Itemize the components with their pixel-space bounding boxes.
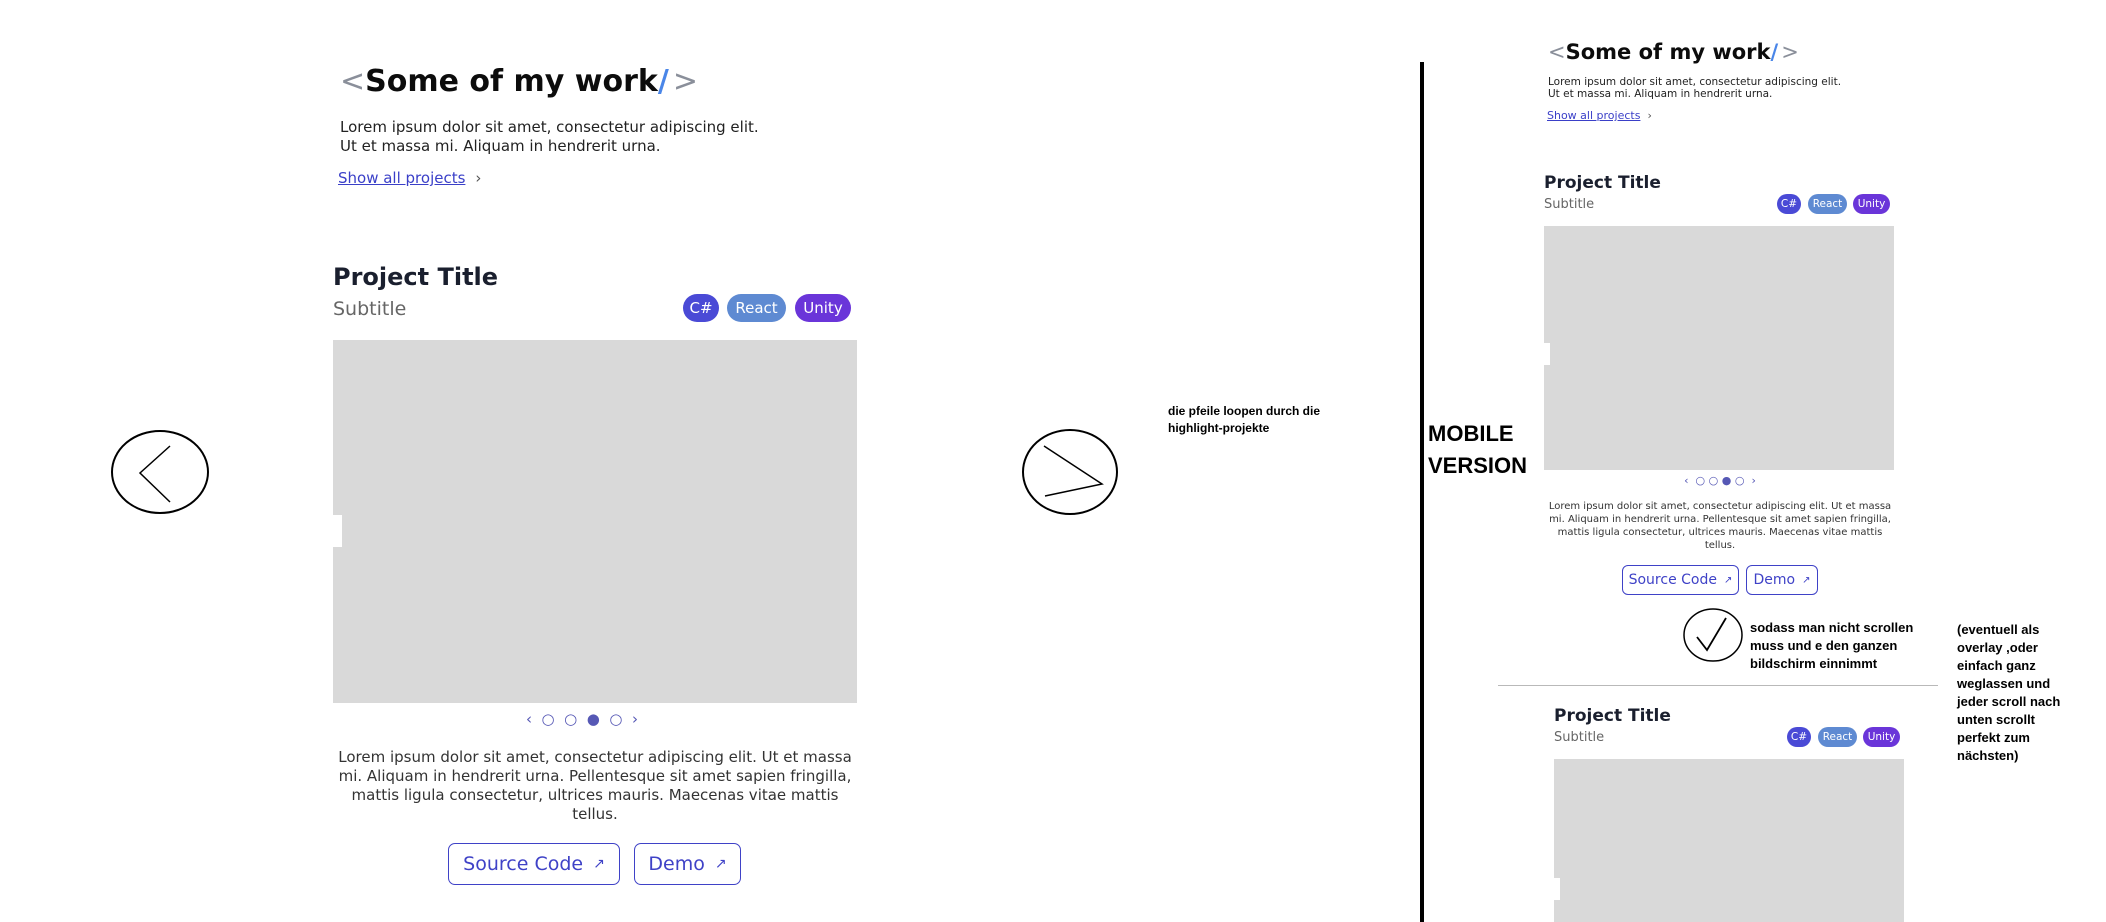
section-lead: Lorem ipsum dolor sit amet, consectetur … [340,118,759,156]
mobile-card-separator [1498,685,1938,686]
image-notch [1544,343,1550,365]
heading-close-bracket: > [1781,40,1799,64]
mobile-section-lead: Lorem ipsum dolor sit amet, consectetur … [1548,76,1841,100]
lead-line-2: Ut et massa mi. Aliquam in hendrerit urn… [340,137,661,155]
tag-react: React [1818,727,1857,747]
section-heading: <Some of my work/> [340,64,698,99]
source-code-button[interactable]: Source Code ↗ [448,843,620,885]
mobile-project-subtitle: Subtitle [1544,197,1595,212]
mobile-section-heading: <Some of my work/> [1548,40,1799,64]
tag-react: React [1808,194,1847,214]
mobile-project2-subtitle: Subtitle [1554,730,1605,745]
external-link-icon: ↗ [714,856,727,872]
heading-text: Some of my work [365,64,658,99]
mobile-project-title: Project Title [1544,173,1661,193]
pagination-dot[interactable]: ○ [609,710,622,728]
lead-line-2: Ut et massa mi. Aliquam in hendrerit urn… [1548,88,1773,100]
external-link-icon: ↗ [1802,574,1811,586]
mobile-project-description: Lorem ipsum dolor sit amet, consectetur … [1548,501,1892,551]
pagination-dot[interactable]: ○ [541,710,554,728]
external-link-icon: ↗ [1723,574,1733,586]
tag-unity: Unity [1853,194,1890,214]
heading-close-bracket: > [672,64,698,99]
project-description: Lorem ipsum dolor sit amet, consectetur … [338,748,852,823]
pagination-dot[interactable]: ○ [1709,474,1719,487]
mobile-carousel-pagination: ‹ ○ ○ ● ○ › [1660,474,1780,487]
chevron-left-icon [138,445,171,503]
demo-label: Demo [1753,572,1796,588]
show-all-projects-label: Show all projects [1547,109,1641,122]
mobile-project2-image-placeholder [1554,759,1904,922]
heading-open-bracket: < [340,64,366,99]
heading-slash: / [1770,40,1779,64]
demo-button[interactable]: Demo ↗ [634,843,741,885]
show-all-projects-label: Show all projects [338,169,466,187]
tag-unity: Unity [795,294,851,322]
project-image-placeholder [333,340,857,703]
source-code-label: Source Code [1628,572,1717,588]
heading-slash: / [657,64,669,99]
pagination-dot[interactable]: ○ [1735,474,1745,487]
project-title: Project Title [333,263,499,291]
heading-text: Some of my work [1565,40,1771,64]
section-divider [1420,62,1424,922]
chevron-right-icon: › [475,169,482,187]
annotation-overlay-note: (eventuell als overlay ,oder einfach gan… [1957,622,2061,763]
mobile-project-image-placeholder [1544,226,1894,470]
lead-line-1: Lorem ipsum dolor sit amet, consectetur … [1548,76,1842,88]
pagination-prev-icon[interactable]: ‹ [1684,474,1688,487]
pagination-dot-active[interactable]: ● [587,710,600,728]
pagination-next-icon[interactable]: › [632,710,638,728]
pagination-prev-icon[interactable]: ‹ [526,710,532,728]
source-code-label: Source Code [463,853,584,875]
pagination-dot[interactable]: ○ [564,710,577,728]
pagination-dot[interactable]: ○ [1696,474,1706,487]
mobile-version-label: MOBILE VERSION [1428,421,1528,478]
carousel-next-arrow[interactable] [1018,426,1122,518]
tag-react: React [727,294,786,322]
checkmark-sketch-icon [1683,608,1743,662]
demo-label: Demo [648,853,705,875]
carousel-pagination: ‹ ○ ○ ● ○ › [512,710,652,728]
carousel-prev-arrow[interactable] [108,426,212,518]
pagination-dot-active[interactable]: ● [1722,474,1732,487]
image-notch [333,515,342,547]
lead-line-1: Lorem ipsum dolor sit amet, consectetur … [340,118,759,136]
tag-csharp: C# [1787,727,1811,747]
tag-csharp: C# [683,294,719,322]
tag-csharp: C# [1777,194,1801,214]
chevron-right-icon: › [1647,109,1652,122]
annotation-arrows-note: die pfeile loopen durch die highlight-pr… [1168,404,1321,435]
mobile-source-code-button[interactable]: Source Code ↗ [1622,565,1739,595]
pagination-next-icon[interactable]: › [1751,474,1755,487]
show-all-projects-link[interactable]: Show all projects › [338,169,481,187]
heading-open-bracket: < [1548,40,1566,64]
annotation-fullscreen-note: sodass man nicht scrollen muss und e den… [1750,620,1914,671]
image-notch [1554,878,1560,900]
mobile-project2-title: Project Title [1554,706,1671,726]
mobile-show-all-projects-link[interactable]: Show all projects › [1547,109,1652,122]
external-link-icon: ↗ [593,856,605,872]
project-subtitle: Subtitle [333,298,407,320]
chevron-right-icon [1043,445,1104,497]
mobile-demo-button[interactable]: Demo ↗ [1746,565,1818,595]
tag-unity: Unity [1863,727,1900,747]
